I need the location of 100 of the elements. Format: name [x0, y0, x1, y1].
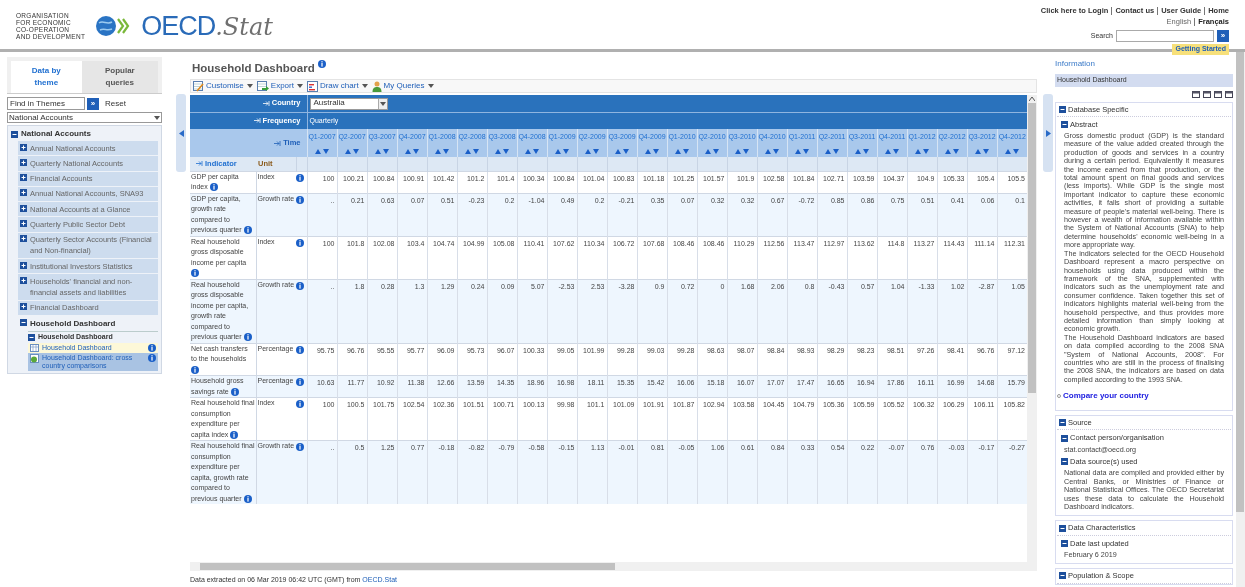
plus-icon[interactable] — [20, 261, 27, 269]
minus-icon[interactable] — [20, 318, 27, 326]
window-icon[interactable] — [1225, 90, 1233, 98]
minus-icon[interactable] — [1059, 572, 1066, 580]
plus-icon[interactable] — [20, 219, 27, 227]
info-icon[interactable] — [243, 226, 252, 235]
pin-icon — [274, 140, 282, 146]
minus-icon[interactable] — [1061, 120, 1068, 128]
sort-arrows-icon[interactable] — [405, 148, 419, 154]
left-arrow-icon — [178, 129, 184, 137]
tree-item[interactable]: Household Dashboard — [30, 317, 116, 330]
theme-tab[interactable]: Popular queries — [81, 61, 158, 93]
sort-arrows-icon[interactable] — [465, 148, 479, 154]
sort-arrows-icon[interactable] — [525, 148, 539, 154]
page-scrollbar[interactable] — [1236, 52, 1245, 587]
sort-arrows-icon[interactable] — [735, 148, 749, 154]
sort-arrows-icon[interactable] — [375, 148, 389, 154]
caret-icon[interactable] — [427, 84, 434, 89]
info-icon[interactable] — [317, 60, 326, 68]
info-icon[interactable] — [230, 430, 239, 439]
sort-arrows-icon[interactable] — [435, 148, 449, 154]
minus-icon[interactable] — [28, 333, 35, 341]
minus-icon[interactable] — [11, 130, 18, 138]
plus-icon[interactable] — [20, 158, 27, 166]
caret-icon[interactable] — [296, 84, 303, 89]
info-icon[interactable] — [296, 443, 304, 452]
panel-heading: Information — [1055, 58, 1097, 70]
info-icon[interactable] — [296, 345, 304, 354]
sort-arrows-icon[interactable] — [615, 148, 629, 154]
site-logo[interactable]: OECD.Stat — [141, 12, 273, 40]
minus-icon[interactable] — [1061, 539, 1068, 547]
sort-arrows-icon[interactable] — [855, 148, 869, 154]
page-title: Household Dashboard — [192, 61, 315, 76]
info-icon[interactable] — [209, 183, 218, 192]
horizontal-scrollbar[interactable] — [190, 561, 1037, 571]
pin-icon — [262, 100, 270, 106]
sort-arrows-icon[interactable] — [495, 148, 509, 154]
info-icon[interactable] — [230, 387, 239, 396]
info-icon[interactable] — [148, 343, 156, 352]
sort-arrows-icon[interactable] — [645, 148, 659, 154]
plus-icon[interactable] — [20, 303, 27, 311]
sort-arrows-icon[interactable] — [705, 148, 719, 154]
sort-arrows-icon[interactable] — [555, 148, 569, 154]
caret-icon[interactable] — [246, 84, 253, 89]
sort-arrows-icon[interactable] — [885, 148, 899, 154]
caret-icon[interactable] — [154, 115, 160, 120]
bullet-icon — [1057, 394, 1061, 399]
vertical-scrollbar[interactable] — [1027, 95, 1037, 562]
plus-icon[interactable] — [20, 235, 27, 242]
theme-tab[interactable]: Data by theme — [11, 61, 82, 93]
info-icon[interactable] — [296, 281, 304, 290]
caret-icon[interactable] — [361, 84, 368, 89]
minus-icon[interactable] — [1059, 419, 1066, 427]
sort-arrows-icon[interactable] — [585, 148, 599, 154]
info-icon[interactable] — [296, 400, 304, 409]
sort-arrows-icon[interactable] — [765, 148, 779, 154]
plus-icon[interactable] — [20, 189, 27, 197]
minus-icon[interactable] — [1059, 524, 1066, 532]
search-field[interactable] — [1116, 30, 1214, 42]
info-icon[interactable] — [296, 173, 304, 182]
info-icon[interactable] — [296, 195, 304, 204]
info-icon[interactable] — [296, 238, 304, 247]
sort-arrows-icon[interactable] — [795, 148, 809, 154]
sort-arrows-icon[interactable] — [1005, 148, 1020, 154]
toolbar-button[interactable]: Customise — [193, 80, 244, 93]
sort-arrows-icon[interactable] — [825, 148, 839, 154]
toolbar-button[interactable]: Draw chart — [306, 80, 359, 93]
minus-icon[interactable] — [1061, 434, 1068, 442]
sort-arrows-icon[interactable] — [345, 148, 359, 154]
sort-arrows-icon[interactable] — [915, 148, 929, 154]
info-icon[interactable] — [148, 353, 156, 362]
scroll-up-icon[interactable] — [1029, 97, 1035, 102]
sort-arrows-icon[interactable] — [975, 148, 989, 154]
info-icon[interactable] — [296, 378, 304, 387]
plus-icon[interactable] — [20, 204, 27, 212]
find-field[interactable]: Find in Themes — [7, 97, 85, 110]
info-icon[interactable] — [243, 494, 252, 503]
plus-icon[interactable] — [20, 174, 27, 181]
table-icon — [30, 343, 39, 352]
tree-root-label[interactable]: National Accounts — [21, 128, 91, 140]
theme-select[interactable]: National Accounts — [7, 112, 162, 123]
minus-icon[interactable] — [1059, 105, 1066, 113]
plus-icon[interactable] — [20, 143, 27, 151]
find-button[interactable]: » — [87, 97, 99, 110]
plus-icon[interactable] — [20, 276, 27, 284]
caret-icon[interactable] — [379, 101, 386, 106]
toolbar-button[interactable]: Export — [256, 80, 294, 93]
country-select[interactable]: Australia — [309, 97, 388, 110]
search-button[interactable]: » — [1217, 30, 1229, 42]
toolbar-button[interactable]: My Queries — [371, 80, 425, 93]
info-icon[interactable] — [191, 269, 199, 278]
minus-icon[interactable] — [1061, 458, 1068, 466]
sort-arrows-icon[interactable] — [675, 148, 689, 154]
info-icon[interactable] — [243, 333, 252, 342]
reset-button[interactable]: Reset — [105, 97, 126, 110]
sort-arrows-icon[interactable] — [315, 148, 329, 154]
info-icon[interactable] — [191, 365, 199, 374]
right-arrow-icon — [1045, 129, 1051, 137]
compare-link[interactable]: Compare your country — [1063, 390, 1149, 403]
sort-arrows-icon[interactable] — [945, 148, 959, 154]
